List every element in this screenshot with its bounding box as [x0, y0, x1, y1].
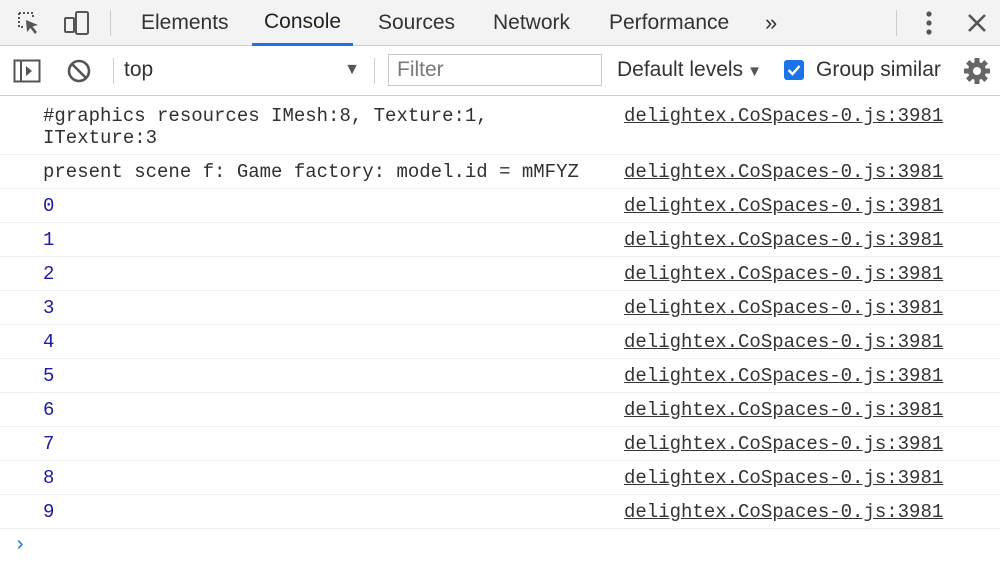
levels-arrow-icon: ▼: [747, 63, 762, 80]
message-text: 1: [43, 229, 55, 251]
source-link[interactable]: delightex.CoSpaces-0.js:3981: [624, 229, 943, 251]
console-message: 6 delightex.CoSpaces-0.js:3981: [0, 393, 1000, 427]
source-link[interactable]: delightex.CoSpaces-0.js:3981: [624, 297, 943, 319]
group-similar-toggle[interactable]: Group similar: [784, 54, 941, 86]
source-link[interactable]: delightex.CoSpaces-0.js:3981: [624, 105, 943, 127]
message-text: 9: [43, 501, 55, 523]
console-prompt-input[interactable]: ›: [14, 534, 26, 557]
dropdown-arrow-icon: ▼: [344, 61, 360, 78]
source-link[interactable]: delightex.CoSpaces-0.js:3981: [624, 501, 943, 523]
console-message: 0 delightex.CoSpaces-0.js:3981: [0, 189, 1000, 223]
toolbar-divider-2: [374, 58, 375, 84]
tab-console[interactable]: Console: [252, 0, 354, 46]
message-text: 3: [43, 297, 55, 319]
tab-elements[interactable]: Elements: [129, 0, 241, 46]
clear-console-icon[interactable]: [64, 57, 94, 85]
message-text: 2: [43, 263, 55, 285]
message-text: 0: [43, 195, 55, 217]
log-levels-label: Default levels: [617, 58, 744, 81]
more-tabs-icon[interactable]: »: [765, 0, 777, 46]
tab-sources[interactable]: Sources: [366, 0, 467, 46]
message-text: 7: [43, 433, 55, 455]
gear-icon[interactable]: [962, 56, 992, 86]
tab-performance[interactable]: Performance: [597, 0, 741, 46]
console-message: 7 delightex.CoSpaces-0.js:3981: [0, 427, 1000, 461]
source-link[interactable]: delightex.CoSpaces-0.js:3981: [624, 161, 943, 183]
filter-input[interactable]: [388, 54, 602, 86]
source-link[interactable]: delightex.CoSpaces-0.js:3981: [624, 467, 943, 489]
message-text: 4: [43, 331, 55, 353]
message-text: 6: [43, 399, 55, 421]
message-text: present scene f: Game factory: model.id …: [43, 161, 579, 183]
message-text: 8: [43, 467, 55, 489]
console-message: 5 delightex.CoSpaces-0.js:3981: [0, 359, 1000, 393]
source-link[interactable]: delightex.CoSpaces-0.js:3981: [624, 263, 943, 285]
tabbar-divider: [110, 10, 111, 36]
sidebar-toggle-icon[interactable]: [12, 57, 42, 85]
source-link[interactable]: delightex.CoSpaces-0.js:3981: [624, 195, 943, 217]
source-link[interactable]: delightex.CoSpaces-0.js:3981: [624, 365, 943, 387]
source-link[interactable]: delightex.CoSpaces-0.js:3981: [624, 433, 943, 455]
console-message: 1 delightex.CoSpaces-0.js:3981: [0, 223, 1000, 257]
console-message: 3 delightex.CoSpaces-0.js:3981: [0, 291, 1000, 325]
console-message: 4 delightex.CoSpaces-0.js:3981: [0, 325, 1000, 359]
context-selector[interactable]: top ▼: [124, 54, 364, 86]
source-link[interactable]: delightex.CoSpaces-0.js:3981: [624, 331, 943, 353]
console-message: present scene f: Game factory: model.id …: [0, 155, 1000, 189]
source-link[interactable]: delightex.CoSpaces-0.js:3981: [624, 399, 943, 421]
console-toolbar: top ▼ Default levels▼ Group similar: [0, 46, 1000, 96]
console-message: #graphics resources IMesh:8, Texture:1, …: [0, 96, 1000, 155]
console-message: 2 delightex.CoSpaces-0.js:3981: [0, 257, 1000, 291]
message-text: #graphics resources IMesh:8, Texture:1, …: [43, 105, 488, 149]
tab-network[interactable]: Network: [481, 0, 582, 46]
tabbar-divider-right: [896, 10, 897, 36]
group-similar-checkbox[interactable]: [784, 60, 804, 80]
group-similar-label: Group similar: [816, 58, 941, 81]
device-toggle-icon[interactable]: [62, 9, 92, 37]
message-text: 5: [43, 365, 55, 387]
context-label: top: [124, 58, 154, 81]
console-output: #graphics resources IMesh:8, Texture:1, …: [0, 96, 1000, 529]
console-message: 9 delightex.CoSpaces-0.js:3981: [0, 495, 1000, 529]
customize-menu-icon[interactable]: [914, 8, 944, 38]
console-message: 8 delightex.CoSpaces-0.js:3981: [0, 461, 1000, 495]
toolbar-divider: [113, 58, 114, 84]
inspect-element-icon[interactable]: [14, 9, 44, 37]
log-levels-dropdown[interactable]: Default levels ▼: [617, 54, 762, 86]
close-icon[interactable]: [962, 8, 992, 38]
devtools-tabbar: Elements Console Sources Network Perform…: [0, 0, 1000, 46]
